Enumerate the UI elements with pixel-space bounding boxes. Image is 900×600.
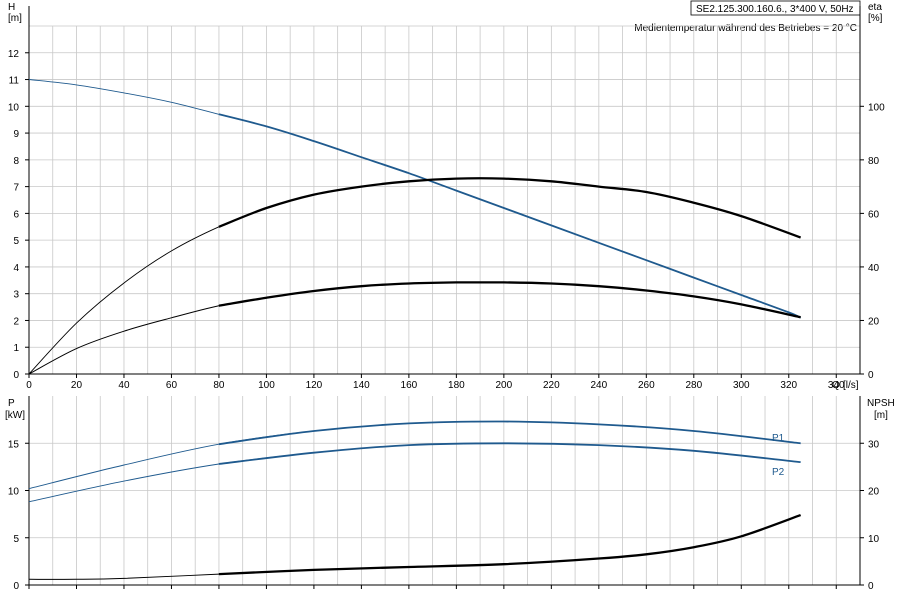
x-tick-label: 300 bbox=[733, 380, 750, 391]
x-tick-label: 260 bbox=[638, 380, 655, 391]
pump-performance-chart: H [m] eta [%] SE2.125.300.160.6., 3*400 … bbox=[0, 0, 900, 600]
series-line-1-0 bbox=[28, 421, 801, 490]
x-tick-label: 200 bbox=[496, 380, 513, 391]
y-tick-label-right: 10 bbox=[868, 534, 880, 545]
y-tick-label-left: 11 bbox=[9, 76, 20, 87]
y-tick-label-left: 8 bbox=[13, 156, 19, 167]
y-tick-label-right: 80 bbox=[868, 156, 880, 167]
series-line-emph-1-0 bbox=[218, 420, 801, 446]
y-tick-label-left: 5 bbox=[13, 534, 19, 545]
y-tick-label-right: 60 bbox=[868, 209, 880, 220]
y-tick-label-left: 5 bbox=[13, 236, 19, 247]
x-tick-label: 140 bbox=[353, 380, 370, 391]
top-left-axis-label: H bbox=[8, 2, 15, 13]
x-tick-label: 180 bbox=[448, 380, 465, 391]
top-left-axis-unit: [m] bbox=[8, 13, 22, 24]
series-line-emph-0-1 bbox=[218, 177, 801, 239]
chart-canvas: H [m] eta [%] SE2.125.300.160.6., 3*400 … bbox=[5, 0, 895, 592]
y-tick-label-left: 1 bbox=[13, 343, 19, 354]
x-tick-label: 320 bbox=[780, 380, 797, 391]
y-tick-label-right: 0 bbox=[868, 370, 874, 381]
series-line-0-0 bbox=[28, 79, 801, 319]
x-tick-label: 120 bbox=[306, 380, 323, 391]
top-right-axis-unit: [%] bbox=[868, 13, 883, 24]
x-tick-label: 100 bbox=[258, 380, 275, 391]
x-tick-label: 160 bbox=[401, 380, 418, 391]
title-box-text: SE2.125.300.160.6., 3*400 V, 50Hz bbox=[696, 4, 854, 15]
series-line-0-1 bbox=[28, 177, 801, 375]
x-tick-label: 40 bbox=[118, 380, 130, 391]
y-tick-label-left: 3 bbox=[13, 290, 19, 301]
x-tick-label: 240 bbox=[590, 380, 607, 391]
y-tick-label-left: 0 bbox=[13, 370, 19, 381]
series-line-emph-0-2 bbox=[218, 281, 801, 319]
x-tick-label: 0 bbox=[26, 380, 32, 391]
series-line-emph-1-2 bbox=[218, 514, 801, 576]
bottom-right-axis-label: NPSH bbox=[867, 398, 895, 409]
y-tick-label-left: 4 bbox=[13, 263, 19, 274]
bottom-right-axis-unit: [m] bbox=[874, 410, 888, 421]
x-tick-label: 340 bbox=[828, 380, 845, 391]
x-tick-label: 60 bbox=[166, 380, 178, 391]
y-tick-label-right: 40 bbox=[868, 263, 880, 274]
x-tick-label: 80 bbox=[213, 380, 225, 391]
series-line-1-2 bbox=[28, 514, 801, 580]
y-tick-label-left: 6 bbox=[13, 209, 19, 220]
y-tick-label-left: 15 bbox=[8, 439, 20, 450]
top-right-axis-label: eta bbox=[868, 2, 882, 13]
bottom-left-axis-unit: [kW] bbox=[5, 410, 25, 421]
y-tick-label-left: 9 bbox=[13, 129, 19, 140]
y-tick-label-right: 20 bbox=[868, 487, 880, 498]
x-tick-label: 280 bbox=[685, 380, 702, 391]
y-tick-label-right: 30 bbox=[868, 439, 880, 450]
temperature-note: Medientemperatur während des Betriebes =… bbox=[634, 23, 857, 34]
p2-series-label: P2 bbox=[772, 467, 785, 478]
y-tick-label-left: 10 bbox=[8, 487, 20, 498]
y-tick-label-left: 7 bbox=[13, 183, 19, 194]
y-tick-label-left: 10 bbox=[8, 102, 20, 113]
y-tick-label-left: 12 bbox=[8, 49, 20, 60]
series-line-1-1 bbox=[28, 442, 801, 503]
x-axis-unit: [l/s] bbox=[843, 380, 859, 391]
bottom-left-axis-label: P bbox=[8, 398, 15, 409]
x-tick-label: 220 bbox=[543, 380, 560, 391]
x-tick-label: 20 bbox=[71, 380, 83, 391]
y-tick-label-right: 100 bbox=[868, 102, 885, 113]
series-line-emph-1-1 bbox=[218, 442, 801, 465]
series-line-emph-0-0 bbox=[218, 113, 802, 319]
y-tick-label-right: 20 bbox=[868, 316, 880, 327]
p1-series-label: P1 bbox=[772, 433, 785, 444]
y-tick-label-left: 0 bbox=[13, 581, 19, 592]
y-tick-label-right: 0 bbox=[868, 581, 874, 592]
y-tick-label-left: 2 bbox=[13, 316, 19, 327]
